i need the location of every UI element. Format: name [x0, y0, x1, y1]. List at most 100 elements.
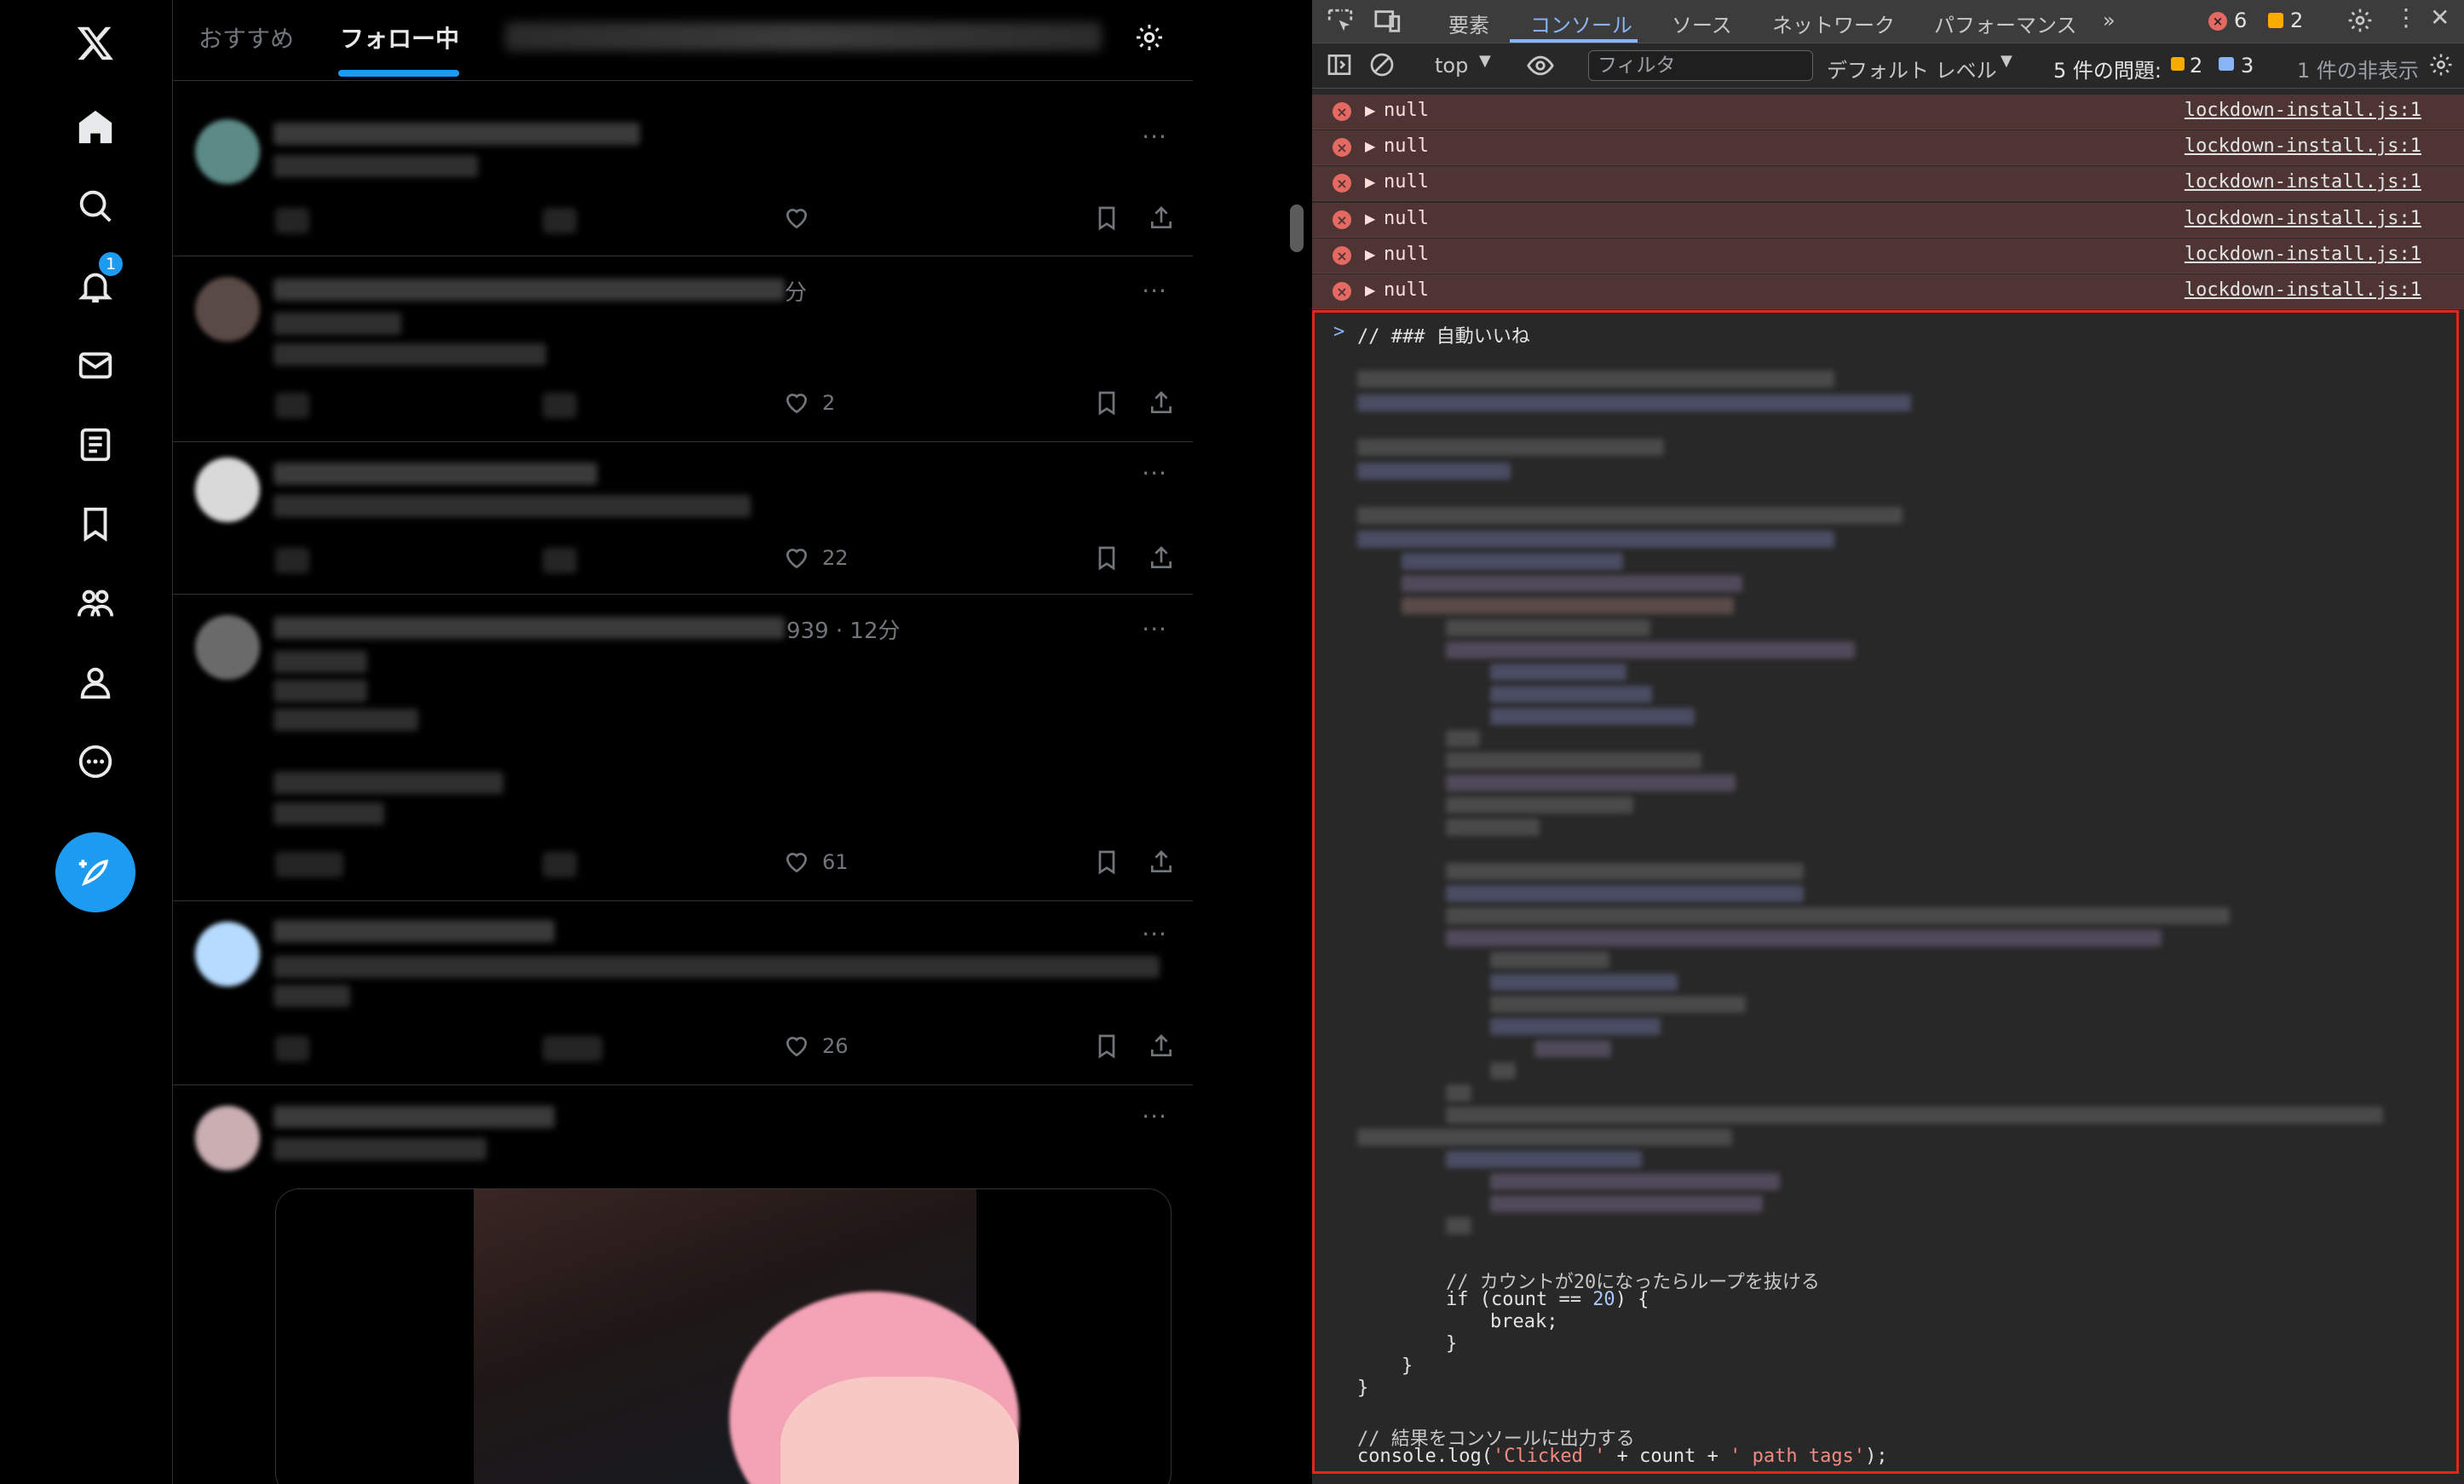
- more-options-icon[interactable]: ···: [1142, 459, 1167, 487]
- profile-icon[interactable]: [68, 655, 123, 710]
- avatar[interactable]: [195, 457, 260, 522]
- more-options-icon[interactable]: ···: [1142, 123, 1167, 151]
- bookmarks-icon[interactable]: [68, 497, 123, 551]
- blurred-repost[interactable]: [543, 208, 577, 233]
- sidebar-toggle-icon[interactable]: [1326, 51, 1353, 82]
- like-button[interactable]: [783, 204, 822, 232]
- hidden-count-label[interactable]: 1 件の非表示: [2297, 54, 2419, 83]
- blurred-reply[interactable]: [275, 852, 343, 877]
- compose-post-button[interactable]: [55, 832, 135, 912]
- clear-console-icon[interactable]: [1368, 51, 1396, 82]
- share-button[interactable]: [1148, 1032, 1175, 1060]
- console-settings-icon[interactable]: [2428, 52, 2454, 81]
- x-logo-icon[interactable]: [68, 15, 123, 70]
- console-error-row[interactable]: × ▶ null lockdown-install.js:1: [1312, 203, 2464, 238]
- expand-triangle-icon[interactable]: ▶: [1365, 246, 1375, 262]
- close-devtools-icon[interactable]: ✕: [2430, 3, 2450, 32]
- console-input-highlight[interactable]: > // ### 自動いいね: [1312, 310, 2459, 1474]
- tweet-card[interactable]: 939 · 12分 ··· 61: [173, 595, 1193, 901]
- tab-sources[interactable]: ソース: [1672, 9, 1732, 38]
- share-button[interactable]: [1148, 848, 1175, 876]
- more-tabs-icon[interactable]: »: [2103, 9, 2116, 32]
- tab-console[interactable]: コンソール: [1530, 9, 1632, 38]
- bookmark-button[interactable]: [1093, 544, 1120, 572]
- tab-elements[interactable]: 要素: [1448, 9, 1489, 38]
- tab-following[interactable]: フォロー中: [340, 20, 459, 55]
- more-options-icon[interactable]: ···: [1142, 1102, 1167, 1130]
- more-options-icon[interactable]: ···: [1142, 615, 1167, 643]
- device-toolbar-icon[interactable]: [1373, 7, 1402, 39]
- more-options-icon[interactable]: ···: [1142, 277, 1167, 305]
- search-icon[interactable]: [68, 179, 123, 233]
- error-count-icon[interactable]: ×: [2208, 12, 2227, 31]
- issues-warning-icon[interactable]: [2171, 57, 2185, 71]
- error-source-link[interactable]: lockdown-install.js:1: [2185, 171, 2421, 193]
- expand-triangle-icon[interactable]: ▶: [1365, 282, 1375, 298]
- tweet-card[interactable]: ···: [173, 104, 1193, 256]
- error-source-link[interactable]: lockdown-install.js:1: [2185, 244, 2421, 265]
- tweet-card[interactable]: 分 ··· 2: [173, 256, 1193, 442]
- expand-triangle-icon[interactable]: ▶: [1365, 174, 1375, 190]
- live-expression-eye-icon[interactable]: [1525, 51, 1556, 83]
- code-line[interactable]: // ### 自動いいね: [1357, 321, 1530, 348]
- error-source-link[interactable]: lockdown-install.js:1: [2185, 208, 2421, 229]
- tab-performance[interactable]: パフォーマンス: [1934, 9, 2077, 38]
- expand-triangle-icon[interactable]: ▶: [1365, 138, 1375, 154]
- blurred-reply[interactable]: [275, 1036, 309, 1061]
- inspect-element-icon[interactable]: [1326, 7, 1355, 39]
- like-button[interactable]: 2: [783, 389, 835, 417]
- tweet-card[interactable]: ··· 22: [173, 442, 1193, 595]
- issues-info-count[interactable]: 3: [2241, 54, 2254, 78]
- log-level-dropdown-icon[interactable]: ▼: [2001, 52, 2012, 70]
- share-button[interactable]: [1148, 204, 1175, 232]
- console-error-row[interactable]: × ▶ null lockdown-install.js:1: [1312, 274, 2464, 309]
- tab-network[interactable]: ネットワーク: [1772, 9, 1895, 38]
- error-count[interactable]: 6: [2234, 9, 2247, 32]
- error-source-link[interactable]: lockdown-install.js:1: [2185, 279, 2421, 301]
- warning-count[interactable]: 2: [2290, 9, 2303, 32]
- tweet-card[interactable]: ··· 26: [173, 901, 1193, 1085]
- avatar[interactable]: [195, 922, 260, 986]
- log-level-selector[interactable]: デフォルト レベル: [1827, 54, 1997, 83]
- avatar[interactable]: [195, 615, 260, 680]
- more-circle-icon[interactable]: [68, 734, 123, 789]
- more-options-icon[interactable]: ···: [1142, 920, 1167, 948]
- issues-label[interactable]: 5 件の問題:: [2053, 54, 2162, 83]
- issues-warning-count[interactable]: 2: [2190, 54, 2202, 78]
- avatar[interactable]: [195, 277, 260, 342]
- bookmark-button[interactable]: [1093, 1032, 1120, 1060]
- blurred-reply[interactable]: [275, 393, 309, 418]
- issues-info-icon[interactable]: [2219, 57, 2234, 71]
- expand-triangle-icon[interactable]: ▶: [1365, 210, 1375, 227]
- console-error-row[interactable]: × ▶ null lockdown-install.js:1: [1312, 95, 2464, 129]
- console-error-row[interactable]: × ▶ null lockdown-install.js:1: [1312, 239, 2464, 273]
- communities-icon[interactable]: [68, 576, 123, 630]
- like-button[interactable]: 26: [783, 1032, 849, 1060]
- blurred-reply[interactable]: [275, 548, 309, 573]
- console-error-row[interactable]: × ▶ null lockdown-install.js:1: [1312, 166, 2464, 201]
- blurred-repost[interactable]: [543, 393, 577, 418]
- avatar[interactable]: [195, 1106, 260, 1171]
- like-button[interactable]: 61: [783, 848, 849, 876]
- like-button[interactable]: 22: [783, 544, 849, 572]
- kebab-menu-icon[interactable]: ⋮: [2394, 3, 2418, 32]
- console-error-row[interactable]: × ▶ null lockdown-install.js:1: [1312, 130, 2464, 165]
- error-source-link[interactable]: lockdown-install.js:1: [2185, 100, 2421, 121]
- tab-recommended[interactable]: おすすめ: [199, 20, 294, 55]
- share-button[interactable]: [1148, 544, 1175, 572]
- context-dropdown-icon[interactable]: ▼: [1479, 52, 1491, 70]
- warning-count-icon[interactable]: [2268, 13, 2283, 28]
- bookmark-button[interactable]: [1093, 204, 1120, 232]
- blurred-repost[interactable]: [543, 548, 577, 573]
- messages-icon[interactable]: [68, 338, 123, 393]
- bookmark-button[interactable]: [1093, 389, 1120, 417]
- settings-gear-icon[interactable]: [2346, 7, 2374, 37]
- blurred-reply[interactable]: [275, 208, 309, 233]
- context-selector[interactable]: top: [1435, 54, 1468, 78]
- bookmark-button[interactable]: [1093, 848, 1120, 876]
- home-icon[interactable]: [68, 100, 123, 154]
- lists-icon[interactable]: [68, 417, 123, 472]
- avatar[interactable]: [195, 119, 260, 184]
- expand-triangle-icon[interactable]: ▶: [1365, 102, 1375, 118]
- tweet-media-image[interactable]: [275, 1188, 1172, 1484]
